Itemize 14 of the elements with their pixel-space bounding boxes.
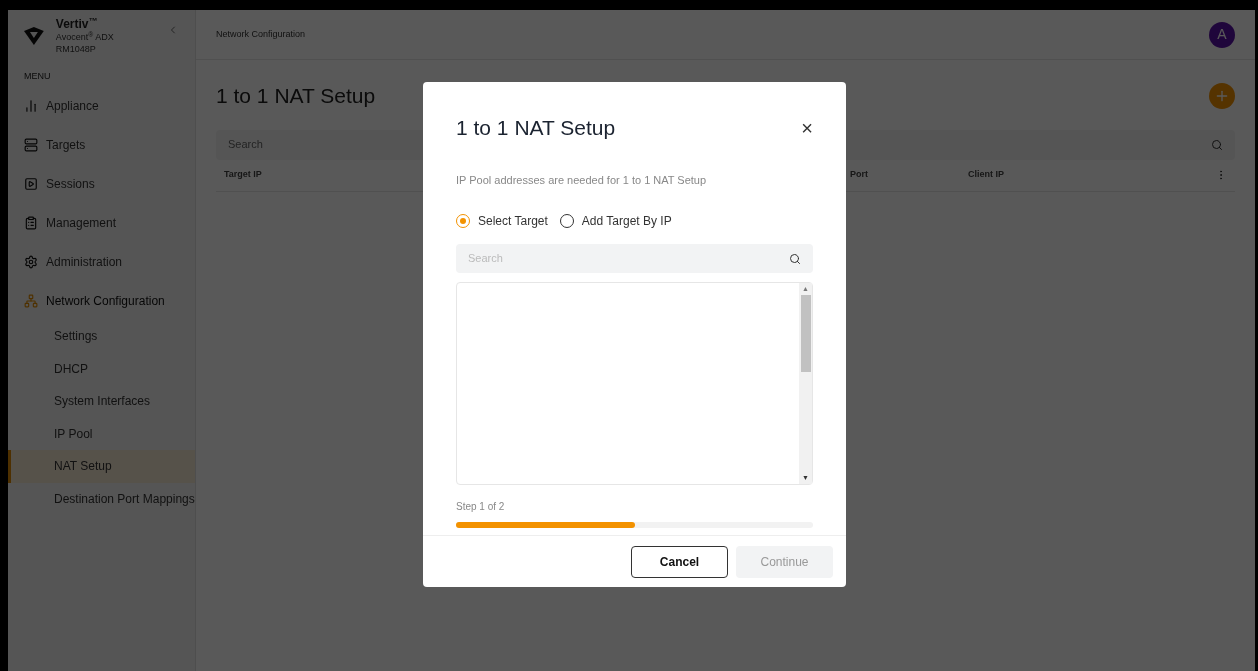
radio-label: Select Target [478,213,548,230]
column-header: Client IP [968,169,1004,180]
breadcrumb: Network Configuration [216,27,306,41]
column-header: Target IP [224,169,262,180]
search-placeholder: Search [468,251,503,267]
dialog-title: 1 to 1 NAT Setup [456,115,616,141]
column-header: Port [850,169,868,180]
page-title: 1 to 1 NAT Setup [216,83,376,109]
brand-name: Vertiv$^{™}$ [55,17,99,32]
radio-label: Add Target By IP [581,213,672,230]
step-label: Step 1 of 2 [456,500,506,514]
menu-heading: MENU [24,71,51,81]
dialog-description: IP Pool addresses are needed for 1 to 1 NAT Setup [456,172,708,188]
product-name: Avocent$^{®}$ ADX RM1048P [55,32,115,55]
